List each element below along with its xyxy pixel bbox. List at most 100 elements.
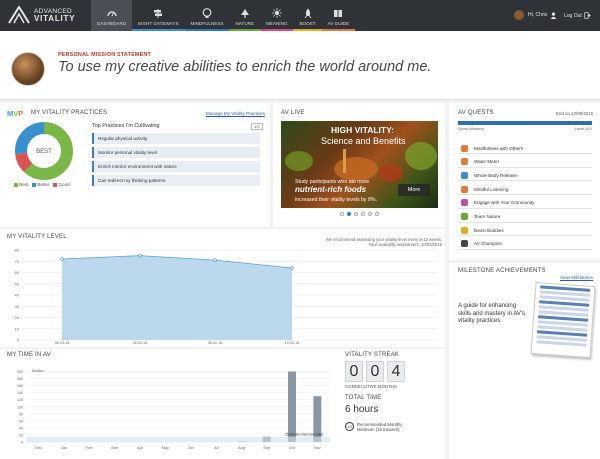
carousel-dot[interactable] xyxy=(340,212,344,216)
x-tick-label: Jun xyxy=(188,446,194,450)
nav-item-boost[interactable]: BOOST xyxy=(293,0,322,31)
nav-item-mindfulness[interactable]: MINDFULNESS xyxy=(184,0,230,31)
user-greeting: Hi, Chris xyxy=(528,12,548,18)
quest-label: Boost Buddies xyxy=(474,227,504,233)
live-headline-2: Science and Benefits xyxy=(321,136,406,146)
manage-practices-link[interactable]: Manage My Vitality Practices xyxy=(206,111,265,116)
x-tick-label: 10-02-15 xyxy=(285,341,299,345)
quest-icon xyxy=(461,240,468,248)
vitality-point[interactable] xyxy=(213,258,217,262)
carousel-dot[interactable] xyxy=(354,212,358,216)
milestone-guide-thumbnail[interactable] xyxy=(530,281,596,359)
quest-item[interactable]: Whole Body Release xyxy=(458,170,592,182)
more-button[interactable]: More xyxy=(398,184,430,196)
y-tick-label: 60 xyxy=(15,270,20,275)
quest-bar-labels: Quest Mastery Level #12 xyxy=(458,126,592,131)
legend-item-better: Better xyxy=(32,182,49,187)
nav-item-av-guide[interactable]: AV GUIDE xyxy=(321,0,356,31)
vitality-point[interactable] xyxy=(60,257,64,261)
vitality-point[interactable] xyxy=(290,266,294,270)
carousel-dot-active[interactable] xyxy=(347,212,351,216)
live-text-2: nutrient-rich foods xyxy=(295,185,367,194)
nav-item-label: NATURE xyxy=(235,21,255,26)
streak-label: VITALITY STREAK xyxy=(345,352,400,358)
x-tick-label: Jul xyxy=(214,446,219,450)
quest-label: Mindfulness with Others xyxy=(474,145,524,151)
recommended-band xyxy=(26,436,330,442)
top-practice-item[interactable]: Monitor personal vitality level xyxy=(92,147,260,158)
live-title: AV LIVE xyxy=(281,110,305,116)
nav-item-meaning[interactable]: MEANING xyxy=(260,0,294,31)
logo[interactable]: ADVANCED VITALITY xyxy=(8,6,75,24)
quest-item[interactable]: Mindfulness with Others xyxy=(458,143,592,154)
top-practice-item[interactable]: Can redirect my thinking patterns xyxy=(92,175,260,186)
quest-label: Water Meter xyxy=(474,159,500,165)
x-tick-label: Apr xyxy=(137,446,144,450)
quest-bar-right-label: Level #12 xyxy=(574,126,592,131)
carousel-dot[interactable] xyxy=(361,212,365,216)
gauge-icon xyxy=(106,11,117,17)
carousel-dot[interactable] xyxy=(368,212,372,216)
time-bar[interactable] xyxy=(288,371,296,442)
streak-counter: 0 0 4 xyxy=(345,361,405,382)
streak-digit: 0 xyxy=(345,361,363,382)
main-nav: DASHBOARD EIGHT GATEWAYS MINDFULNESS NATURE… xyxy=(91,0,356,31)
quest-label: Mindful Listening xyxy=(474,186,509,192)
mission-label: PERSONAL MISSION STATEMENT xyxy=(58,52,151,58)
vitality-point[interactable] xyxy=(138,253,142,258)
quest-item[interactable]: Mindful Listening xyxy=(458,184,592,196)
quest-label: Engage with Your Community xyxy=(474,200,535,206)
milestone-description: A guide for enhancing skills and mastery… xyxy=(458,303,526,325)
vitality-level-title: MY VITALITY LEVEL xyxy=(7,234,67,240)
recommended-minimum: 15 Recommended Monthly Minimum (15 minut… xyxy=(345,422,402,432)
quest-label: Team Nature xyxy=(474,214,501,219)
y-tick-label: 160 xyxy=(17,384,23,388)
logout-button[interactable]: Log Out xyxy=(564,12,591,19)
quest-icon xyxy=(461,171,468,179)
x-tick-label: Sep xyxy=(263,446,270,450)
avatar xyxy=(514,10,524,20)
quest-item[interactable]: AV Champion xyxy=(458,239,592,250)
total-time-value: 6 hours xyxy=(345,404,379,415)
quest-icon xyxy=(461,158,468,166)
user-menu[interactable]: Hi, Chris xyxy=(514,10,557,20)
legend-swatch xyxy=(14,182,18,187)
live-text-3: increased their vitality levels by 8%. xyxy=(295,197,377,203)
quest-item[interactable]: Engage with Your Community xyxy=(458,198,592,209)
y-tick-label: 70 xyxy=(15,259,20,264)
legend-label: Best xyxy=(19,182,29,187)
nav-item-eight-gateways[interactable]: EIGHT GATEWAYS xyxy=(132,0,185,31)
x-tick-label: May xyxy=(162,446,169,450)
view-milestones-link[interactable]: View Milestones xyxy=(560,275,593,280)
reference-label: 15 Minutes Recommended xyxy=(285,433,323,437)
x-tick-label: Dec xyxy=(35,446,42,450)
x-tick-label: 08-02-15 xyxy=(208,341,222,345)
quest-item[interactable]: Boost Buddies xyxy=(458,225,592,237)
nav-item-label: BOOST xyxy=(299,21,316,26)
quest-item[interactable]: Water Meter xyxy=(458,157,592,168)
y-tick-label: 20 xyxy=(15,315,20,320)
top-practice-item[interactable]: Regular physical activity xyxy=(92,133,260,144)
nav-item-label: DASHBOARD xyxy=(97,21,127,26)
legend-label: Good xyxy=(58,182,70,187)
y-tick-label: 180 xyxy=(17,377,23,381)
signpost-icon xyxy=(154,9,163,18)
nav-item-nature[interactable]: NATURE xyxy=(229,0,261,31)
x-tick-label: Mar xyxy=(111,446,118,450)
top-practices-title: Top Practices I'm Cultivating xyxy=(92,123,160,129)
y-tick-label: 30 xyxy=(15,304,20,309)
carousel-dot[interactable] xyxy=(375,212,379,216)
top-practice-item[interactable]: Enrich interior environment with nature xyxy=(92,161,260,172)
x-tick-label: Jan xyxy=(61,446,67,450)
quest-item[interactable]: Team Nature xyxy=(458,212,592,223)
nav-item-dashboard[interactable]: DASHBOARD xyxy=(91,0,133,31)
y-axis-label: Minutes xyxy=(32,369,44,373)
y-tick-label: 10 xyxy=(15,326,20,331)
live-feature-image[interactable]: HIGH VITALITY: Science and Benefits Stud… xyxy=(281,121,438,208)
nav-item-label: MEANING xyxy=(266,21,288,26)
mvp-letter-p: P xyxy=(18,109,24,118)
quest-icon xyxy=(461,226,468,234)
nav-item-label: AV GUIDE xyxy=(327,21,350,26)
vitality-level-chart: 0 10 20 30 40 50 60 70 80 06-03-15 06-02-15 08-02-1… xyxy=(15,248,438,345)
quests-title: AV QUESTS xyxy=(458,110,494,116)
